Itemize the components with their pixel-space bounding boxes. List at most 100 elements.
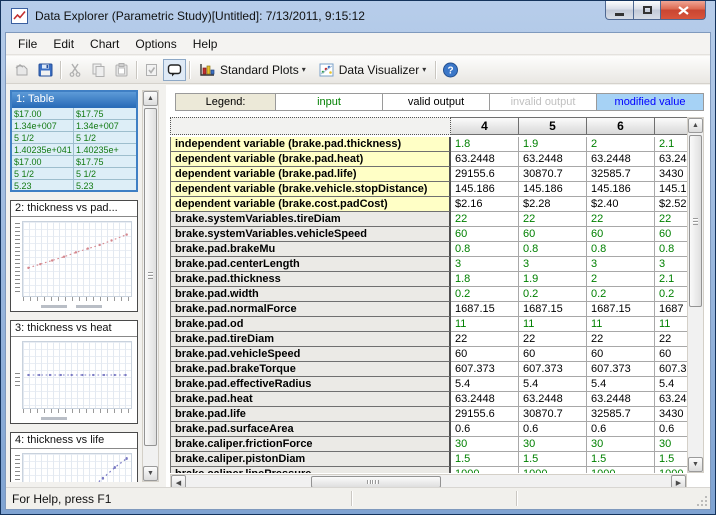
table-cell[interactable]: 60 <box>451 347 519 362</box>
table-cell[interactable]: 63.2448 <box>451 152 519 167</box>
table-cell[interactable]: $2.28 <box>519 197 587 212</box>
table-cell[interactable]: 0.6 <box>519 422 587 437</box>
table-cell[interactable]: 0.2 <box>587 287 655 302</box>
table-cell[interactable]: 32585.7 <box>587 167 655 182</box>
table-cell[interactable]: 0.6 <box>655 422 687 437</box>
row-label[interactable]: dependent variable (brake.pad.heat) <box>170 152 451 167</box>
table-corner-cell[interactable] <box>170 117 451 135</box>
table-cell[interactable]: 32585.7 <box>587 407 655 422</box>
table-cell[interactable]: 63.2448 <box>587 152 655 167</box>
menu-help[interactable]: Help <box>185 34 226 54</box>
table-cell[interactable]: 1000 <box>655 467 687 473</box>
table-cell[interactable]: 145.1 <box>655 182 687 197</box>
table-cell[interactable]: 63.24 <box>655 392 687 407</box>
table-cell[interactable]: 22 <box>655 212 687 227</box>
row-label[interactable]: dependent variable (brake.pad.life) <box>170 167 451 182</box>
table-cell[interactable]: 60 <box>587 347 655 362</box>
table-cell[interactable]: 30 <box>655 437 687 452</box>
table-cell[interactable]: 22 <box>451 212 519 227</box>
table-cell[interactable]: 22 <box>519 212 587 227</box>
table-cell[interactable]: 607.3 <box>655 362 687 377</box>
minimize-button[interactable] <box>605 1 634 20</box>
table-cell[interactable]: 3 <box>451 257 519 272</box>
row-label[interactable]: brake.caliper.linePressure <box>170 467 451 473</box>
menu-options[interactable]: Options <box>127 34 184 54</box>
table-cell[interactable]: 0.8 <box>655 242 687 257</box>
table-cell[interactable]: 145.186 <box>519 182 587 197</box>
row-label[interactable]: brake.pad.brakeMu <box>170 242 451 257</box>
table-cell[interactable]: $2.52 <box>655 197 687 212</box>
table-cell[interactable]: 30870.7 <box>519 407 587 422</box>
row-label[interactable]: brake.systemVariables.vehicleSpeed <box>170 227 451 242</box>
save-button[interactable] <box>34 59 57 81</box>
table-cell[interactable]: 607.373 <box>519 362 587 377</box>
table-cell[interactable]: 22 <box>587 212 655 227</box>
table-cell[interactable]: 1.5 <box>519 452 587 467</box>
table-cell[interactable]: 2 <box>587 137 655 152</box>
table-cell[interactable]: 63.2448 <box>519 392 587 407</box>
table-cell[interactable]: 1687.15 <box>451 302 519 317</box>
maximize-button[interactable] <box>634 1 661 20</box>
table-cell[interactable]: 60 <box>587 227 655 242</box>
table-cell[interactable]: 30 <box>519 437 587 452</box>
table-cell[interactable]: 1.8 <box>451 137 519 152</box>
table-cell[interactable]: 30 <box>587 437 655 452</box>
table-cell[interactable]: 1.9 <box>519 137 587 152</box>
table-cell[interactable]: 1000 <box>587 467 655 473</box>
table-cell[interactable]: 1.8 <box>451 272 519 287</box>
table-cell[interactable]: $2.16 <box>451 197 519 212</box>
table-cell[interactable]: 2 <box>587 272 655 287</box>
table-cell[interactable]: $2.40 <box>587 197 655 212</box>
row-label[interactable]: brake.pad.brakeTorque <box>170 362 451 377</box>
paste-button[interactable] <box>110 59 133 81</box>
table-cell[interactable]: 0.8 <box>587 242 655 257</box>
row-label[interactable]: brake.systemVariables.tireDiam <box>170 212 451 227</box>
menu-chart[interactable]: Chart <box>82 34 127 54</box>
row-label[interactable]: brake.pad.effectiveRadius <box>170 377 451 392</box>
table-cell[interactable]: 11 <box>587 317 655 332</box>
table-cell[interactable]: 30870.7 <box>519 167 587 182</box>
table-cell[interactable]: 1.5 <box>587 452 655 467</box>
table-cell[interactable]: 0.6 <box>451 422 519 437</box>
table-cell[interactable]: 60 <box>519 227 587 242</box>
table-cell[interactable]: 607.373 <box>451 362 519 377</box>
table-cell[interactable]: 3430 <box>655 167 687 182</box>
sidebar-scrollbar-thumb[interactable] <box>144 108 157 446</box>
table-cell[interactable]: 5.4 <box>451 377 519 392</box>
row-label[interactable]: brake.pad.centerLength <box>170 257 451 272</box>
thumbnail-1[interactable]: 1: Table$17.00$17.751.34e+0071.34e+0075 … <box>10 90 138 192</box>
thumbnail-4[interactable]: 4: thickness vs life <box>10 432 138 482</box>
table-cell[interactable]: 2.1 <box>655 137 687 152</box>
table-cell[interactable]: 5.4 <box>587 377 655 392</box>
sidebar-scrollbar[interactable]: ▲ ▼ <box>142 90 159 482</box>
table-cell[interactable]: 145.186 <box>587 182 655 197</box>
table-cell[interactable]: 60 <box>451 227 519 242</box>
table-cell[interactable]: 0.8 <box>451 242 519 257</box>
standard-plots-button[interactable]: Standard Plots ▾ <box>193 59 312 81</box>
close-button[interactable] <box>661 1 706 20</box>
row-label[interactable]: dependent variable (brake.vehicle.stopDi… <box>170 182 451 197</box>
table-cell[interactable]: 0.2 <box>655 287 687 302</box>
table-cell[interactable]: 11 <box>451 317 519 332</box>
thumbnail-2[interactable]: 2: thickness vs pad... <box>10 200 138 312</box>
row-label[interactable]: brake.pad.normalForce <box>170 302 451 317</box>
cut-button[interactable] <box>64 59 87 81</box>
scroll-down-icon[interactable]: ▼ <box>688 457 703 472</box>
table-cell[interactable]: 22 <box>451 332 519 347</box>
row-label[interactable]: brake.pad.thickness <box>170 272 451 287</box>
row-label[interactable]: brake.pad.surfaceArea <box>170 422 451 437</box>
table-cell[interactable]: 63.2448 <box>587 392 655 407</box>
column-header-partial[interactable] <box>655 117 687 135</box>
row-label[interactable]: dependent variable (brake.cost.padCost) <box>170 197 451 212</box>
table-cell[interactable]: 3 <box>587 257 655 272</box>
data-visualizer-button[interactable]: Data Visualizer ▾ <box>312 59 433 81</box>
open-button[interactable] <box>11 59 34 81</box>
table-cell[interactable]: 22 <box>519 332 587 347</box>
column-header-4[interactable]: 4 <box>451 117 519 135</box>
scroll-down-icon[interactable]: ▼ <box>143 466 158 481</box>
row-label[interactable]: brake.pad.vehicleSpeed <box>170 347 451 362</box>
table-cell[interactable]: 3430 <box>655 407 687 422</box>
table-cell[interactable]: 1.5 <box>655 452 687 467</box>
table-cell[interactable]: 11 <box>519 317 587 332</box>
table-cell[interactable]: 0.6 <box>587 422 655 437</box>
